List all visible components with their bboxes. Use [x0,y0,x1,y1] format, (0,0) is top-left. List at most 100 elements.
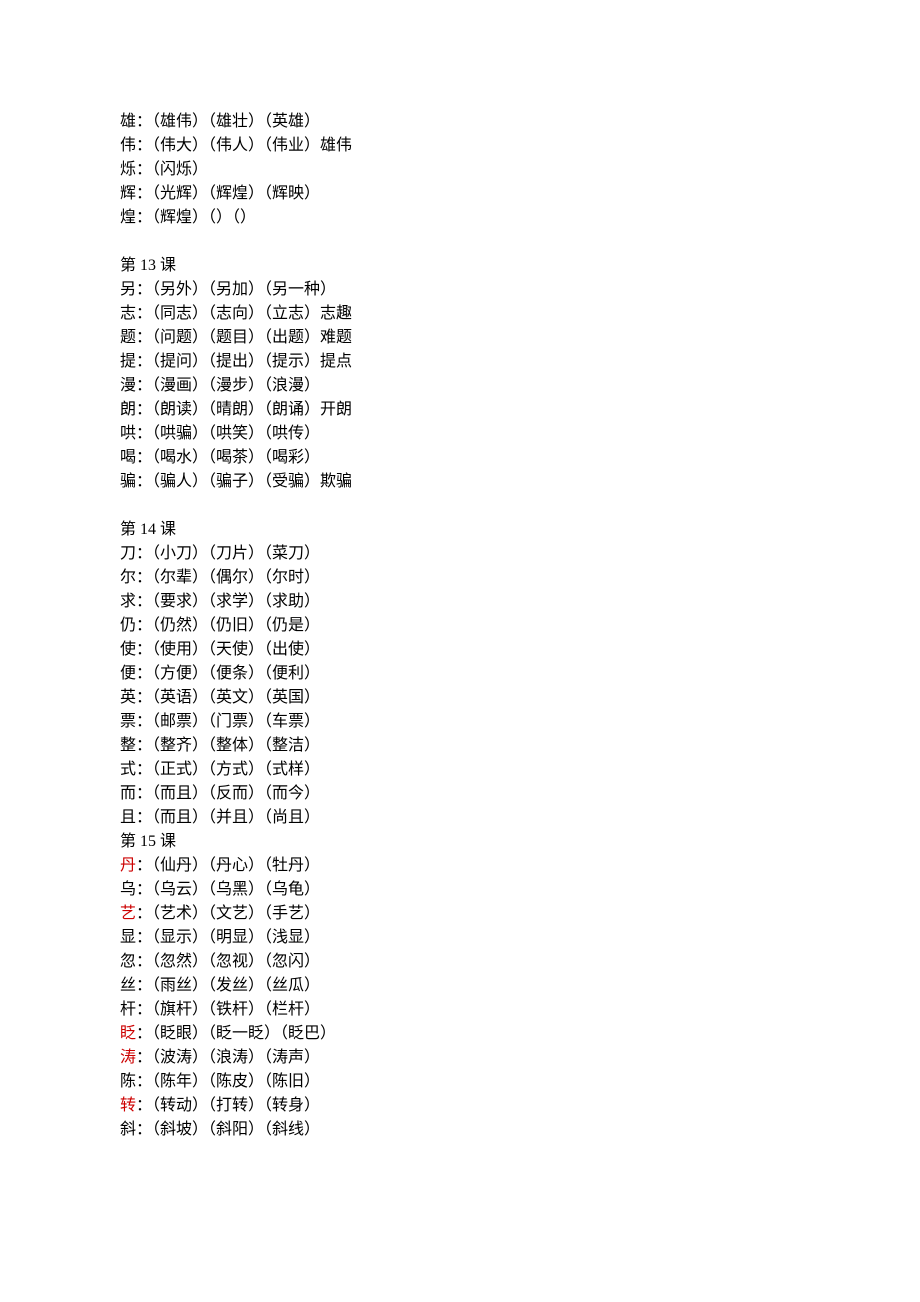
vocab-entry: 转：（转动）（打转）（转身） [120,1094,800,1118]
lesson-header: 第 15 课 [120,830,800,854]
entry-words: （漫画）（漫步）（浪漫） [152,377,320,394]
vocab-entry: 另：（另外）（另加）（另一种） [120,278,800,302]
entry-char: 喝 [120,449,136,466]
lesson-header: 第 14 课 [120,518,800,542]
entry-char: 另 [120,281,136,298]
vocab-entry: 显：（显示）（明显）（浅显） [120,926,800,950]
entry-char: 辉 [120,185,136,202]
entry-words: （乌云）（乌黑）（乌龟） [152,881,320,898]
entry-words: （朗读）（晴朗）（朗诵） [152,401,320,418]
colon: ： [136,281,152,298]
colon: ： [136,425,152,442]
entry-char: 眨 [120,1025,136,1042]
entry-words: （问题）（题目）（出题） [152,329,320,346]
vocab-entry: 骗：（骗人）（骗子）（受骗）欺骗 [120,470,800,494]
entry-words: （辉煌）（）（） [152,209,256,226]
entry-words: （尔辈）（偶尔）（尔时） [152,569,320,586]
entry-words: （同志）（志向）（立志） [152,305,320,322]
entry-char: 雄 [120,113,136,130]
entry-words: （光辉）（辉煌）（辉映） [152,185,320,202]
entry-words: （方便）（便条）（便利） [152,665,320,682]
entry-words: （雄伟）（雄壮）（英雄） [152,113,320,130]
colon: ： [136,665,152,682]
colon: ： [136,929,152,946]
entry-words: （哄骗）（哄笑）（哄传） [152,425,320,442]
colon: ： [136,1097,152,1114]
entry-words: （波涛）（浪涛）（涛声） [152,1049,320,1066]
vocab-entry: 英：（英语）（英文）（英国） [120,686,800,710]
lesson-header: 第 13 课 [120,254,800,278]
colon: ： [136,1121,152,1138]
vocab-entry: 煌：（辉煌）（）（） [120,206,800,230]
entry-words: （小刀）（刀片）（菜刀） [152,545,320,562]
colon: ： [136,329,152,346]
vocab-entry: 杆：（旗杆）（铁杆）（栏杆） [120,998,800,1022]
entry-char: 且 [120,809,136,826]
entry-char: 求 [120,593,136,610]
entry-char: 英 [120,689,136,706]
entry-extra: 欺骗 [320,473,352,490]
entry-extra: 雄伟 [320,137,352,154]
entry-words: （转动）（打转）（转身） [152,1097,320,1114]
entry-char: 杆 [120,1001,136,1018]
entry-words: （艺术）（文艺）（手艺） [152,905,320,922]
entry-char: 志 [120,305,136,322]
entry-words: （眨眼）（眨一眨）（眨巴） [152,1025,336,1042]
colon: ： [136,377,152,394]
colon: ： [136,593,152,610]
colon: ： [136,617,152,634]
colon: ： [136,137,152,154]
entry-char: 陈 [120,1073,136,1090]
entry-words: （骗人）（骗子）（受骗） [152,473,320,490]
entry-words: （另外）（另加）（另一种） [152,281,336,298]
vocab-entry: 辉：（光辉）（辉煌）（辉映） [120,182,800,206]
colon: ： [136,113,152,130]
entry-words: （显示）（明显）（浅显） [152,929,320,946]
vocab-entry: 使：（使用）（天使）（出使） [120,638,800,662]
entry-char: 整 [120,737,136,754]
colon: ： [136,209,152,226]
colon: ： [136,881,152,898]
vocab-entry: 伟：（伟大）（伟人）（伟业）雄伟 [120,134,800,158]
vocab-entry: 志：（同志）（志向）（立志）志趣 [120,302,800,326]
entry-char: 尔 [120,569,136,586]
colon: ： [136,761,152,778]
colon: ： [136,1001,152,1018]
vocab-entry: 求：（要求）（求学）（求助） [120,590,800,614]
vocab-entry: 尔：（尔辈）（偶尔）（尔时） [120,566,800,590]
entry-words: （邮票）（门票）（车票） [152,713,320,730]
colon: ： [136,809,152,826]
vocab-entry: 丹：（仙丹）（丹心）（牡丹） [120,854,800,878]
entry-words: （忽然）（忽视）（忽闪） [152,953,320,970]
entry-words: （闪烁） [152,161,208,178]
vocab-entry: 喝：（喝水）（喝茶）（喝彩） [120,446,800,470]
document-content: 雄：（雄伟）（雄壮）（英雄）伟：（伟大）（伟人）（伟业）雄伟烁：（闪烁）辉：（光… [120,110,800,1142]
vocab-entry: 且：（而且）（并且）（尚且） [120,806,800,830]
entry-words: （正式）（方式）（式样） [152,761,320,778]
vocab-entry: 哄：（哄骗）（哄笑）（哄传） [120,422,800,446]
entry-char: 乌 [120,881,136,898]
colon: ： [136,161,152,178]
entry-char: 转 [120,1097,136,1114]
colon: ： [136,473,152,490]
vocab-entry: 雄：（雄伟）（雄壮）（英雄） [120,110,800,134]
vocab-entry: 便：（方便）（便条）（便利） [120,662,800,686]
entry-words: （斜坡）（斜阳）（斜线） [152,1121,320,1138]
colon: ： [136,953,152,970]
vocab-entry: 艺：（艺术）（文艺）（手艺） [120,902,800,926]
entry-extra: 难题 [320,329,352,346]
entry-words: （而且）（并且）（尚且） [152,809,320,826]
entry-words: （仍然）（仍旧）（仍是） [152,617,320,634]
colon: ： [136,713,152,730]
entry-extra: 提点 [320,353,352,370]
colon: ： [136,569,152,586]
vocab-entry: 乌：（乌云）（乌黑）（乌龟） [120,878,800,902]
colon: ： [136,689,152,706]
vocab-entry: 涛：（波涛）（浪涛）（涛声） [120,1046,800,1070]
vocab-entry: 提：（提问）（提出）（提示）提点 [120,350,800,374]
entry-char: 便 [120,665,136,682]
colon: ： [136,1049,152,1066]
vocab-entry: 而：（而且）（反而）（而今） [120,782,800,806]
colon: ： [136,353,152,370]
colon: ： [136,449,152,466]
